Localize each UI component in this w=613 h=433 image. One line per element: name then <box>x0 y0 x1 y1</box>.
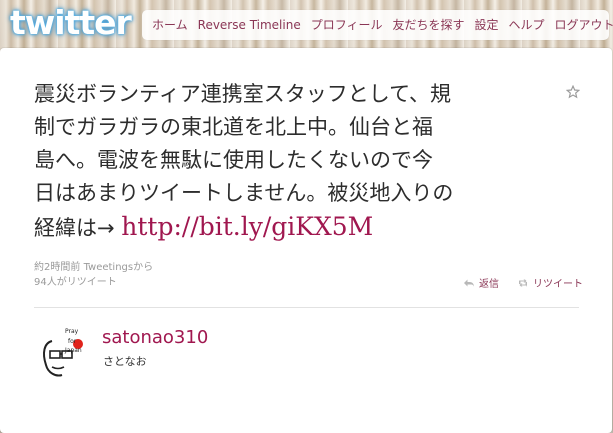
reply-arrow-icon <box>463 277 475 289</box>
nav-home-link[interactable]: ホーム <box>152 10 188 40</box>
twitter-logo[interactable]: twitter <box>10 3 132 42</box>
tweet-timestamp-line: 約2時間前 Tweetingsから <box>34 260 153 275</box>
avatar-text-for: for <box>68 338 77 345</box>
tweet-actions: 返信 リツイート <box>463 275 583 290</box>
tweet-line: 震災ボランティア連携室スタッフとして、規 <box>34 82 452 106</box>
star-icon <box>566 85 580 99</box>
nav-find-friends-link[interactable]: 友だちを探す <box>392 10 464 40</box>
author-display-name: さとなお <box>103 355 147 368</box>
avatar[interactable]: Pray for Japan <box>34 323 91 380</box>
nav-help-link[interactable]: ヘルプ <box>509 10 545 40</box>
top-navigation: ホーム Reverse Timeline プロフィール 友だちを探す 設定 ヘル… <box>142 10 613 40</box>
retweet-icon <box>517 277 529 289</box>
avatar-text-pray: Pray <box>65 328 79 335</box>
tweet-line-prefix: 経緯は→ <box>34 216 122 240</box>
reply-label: 返信 <box>479 279 499 290</box>
avatar-text-japan: Japan <box>64 347 82 354</box>
author-username-link[interactable]: satonao310 <box>102 327 208 348</box>
nav-reverse-timeline-link[interactable]: Reverse Timeline <box>198 10 301 40</box>
retweet-label: リツイート <box>533 279 583 290</box>
nav-logout-link[interactable]: ログアウト <box>555 10 613 40</box>
tweet-text: 震災ボランティア連携室スタッフとして、規 制でガラガラの東北道を北上中。仙台と福… <box>34 78 554 245</box>
tweet-line-last: 経緯は→ http://bit.ly/giKX5M <box>34 210 554 245</box>
tweet-meta: 約2時間前 Tweetingsから 94人がリツイート <box>34 260 153 290</box>
tweet-line: 島へ。電波を無駄に使用したくないので今 <box>34 148 433 172</box>
logo-text: twitter <box>10 3 132 42</box>
favorite-star-button[interactable] <box>565 84 581 100</box>
tweet-line: 日はあまりツイートしません。被災地入りの <box>34 181 454 205</box>
reply-button[interactable]: 返信 <box>463 275 499 290</box>
tweet-line: 制でガラガラの東北道を北上中。仙台と福 <box>34 115 433 139</box>
nav-profile-link[interactable]: プロフィール <box>311 10 383 40</box>
nav-settings-link[interactable]: 設定 <box>475 10 499 40</box>
content-divider <box>34 307 579 308</box>
tweet-timestamp-link[interactable]: 約2時間前 <box>34 262 80 273</box>
tweet-via-label: Tweetingsから <box>83 262 154 273</box>
tweet-link-url[interactable]: http://bit.ly/giKX5M <box>121 212 373 241</box>
avatar-image: Pray for Japan <box>34 323 91 380</box>
retweet-button[interactable]: リツイート <box>517 275 583 290</box>
retweet-count: 94人がリツイート <box>34 277 117 288</box>
